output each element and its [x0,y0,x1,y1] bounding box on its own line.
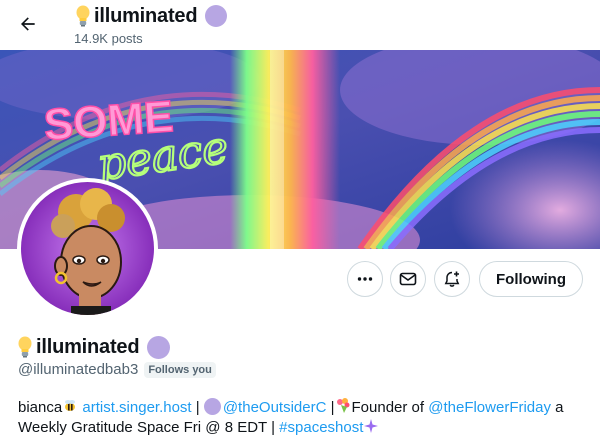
bio-website-link[interactable]: artist.singer.host [82,399,191,416]
profile-handle: @illuminatedbab3 [18,361,139,378]
follows-you-badge: Follows you [144,361,216,378]
header-name: illuminated [94,4,198,27]
bio-mention-flowerfriday[interactable]: @theFlowerFriday [428,399,551,416]
bio-separator: | [326,399,335,416]
profile-name-row: illuminated [18,334,171,360]
avatar[interactable] [17,178,158,319]
verified-badge-icon [205,5,228,27]
more-button[interactable] [347,261,383,297]
bio-hashtag-spaceshost[interactable]: #spaceshost [279,419,363,436]
bio-text-2: Founder of [351,399,429,416]
profile-name: illuminated [36,335,140,358]
bio-mention-outsider[interactable]: @theOutsiderC [223,399,327,416]
lightbulb-icon [18,336,32,358]
notification-add-icon [444,271,460,287]
verified-badge-icon [203,398,221,415]
message-button[interactable] [390,261,426,297]
mail-icon [399,272,417,286]
back-button[interactable] [10,6,46,42]
notifications-button[interactable] [434,261,470,297]
bio-separator: | [191,399,204,416]
lightbulb-icon [76,5,90,27]
more-icon [357,277,373,281]
profile-bio: bianca artist.singer.host | @theOutsider… [18,397,598,438]
back-arrow-icon [21,17,35,31]
sparkle-icon [364,419,379,433]
top-bar: illuminated 14.9K posts [0,0,606,50]
post-count: 14.9K posts [74,31,143,46]
bouquet-icon [336,398,350,413]
bee-icon [65,400,76,411]
verified-badge-icon [147,335,171,359]
bio-text-1: bianca [18,399,63,416]
following-button[interactable]: Following [479,261,583,297]
handle-row: @illuminatedbab3 Follows you [18,361,216,378]
header-title: illuminated [76,4,228,28]
